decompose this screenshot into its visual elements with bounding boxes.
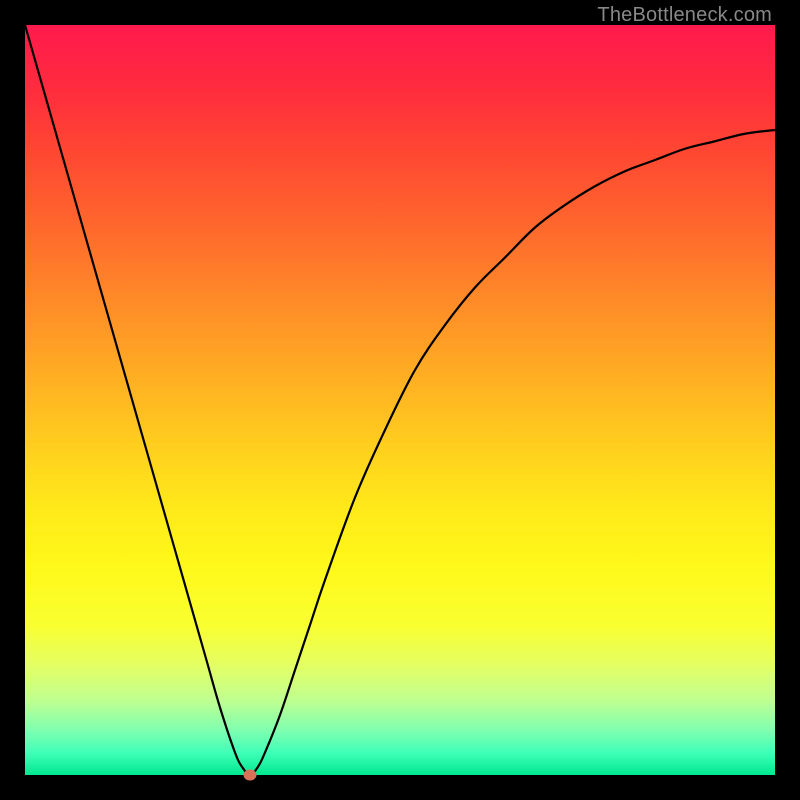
bottleneck-curve [25, 25, 775, 775]
minimum-marker-dot [244, 770, 257, 781]
watermark-text: TheBottleneck.com [597, 4, 772, 27]
